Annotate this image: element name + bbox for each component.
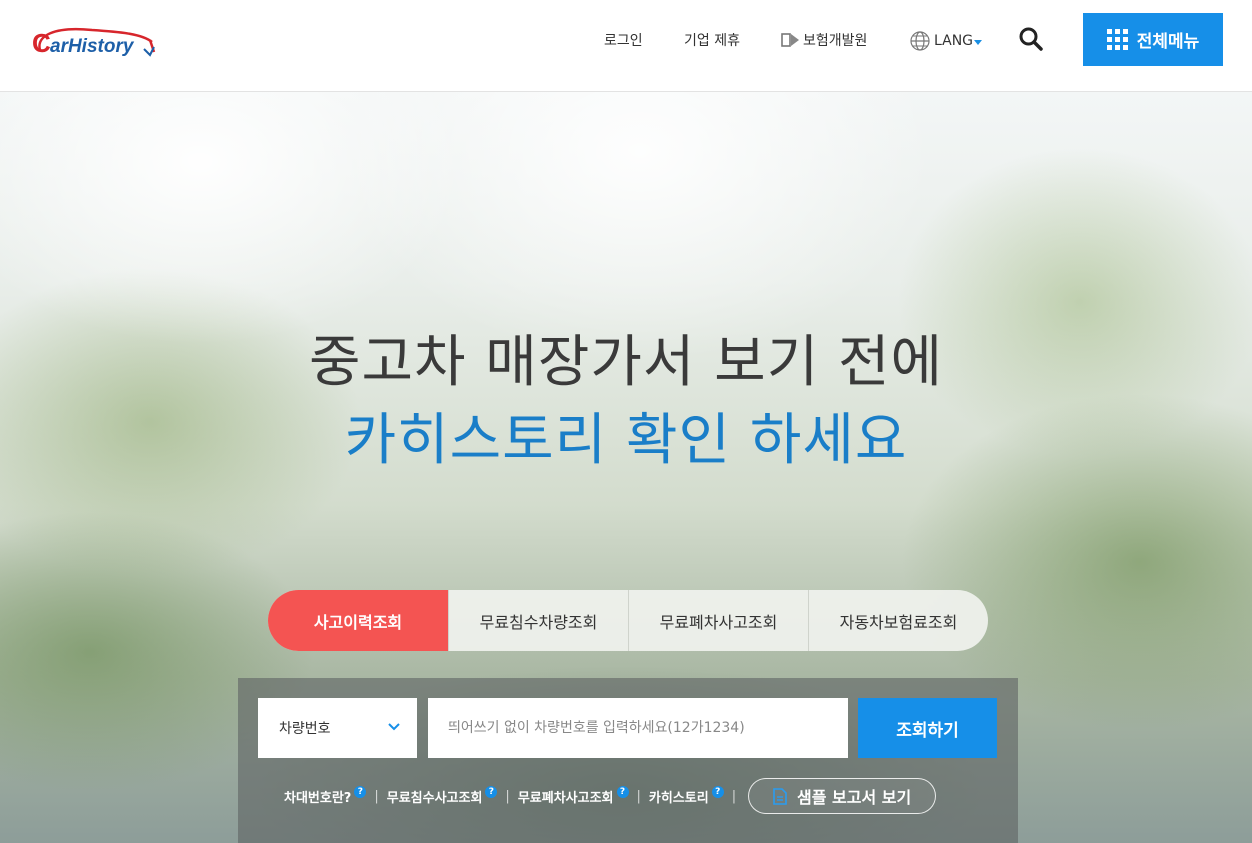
hero-section: 중고차 매장가서 보기 전에 카히스토리 확인 하세요 사고이력조회 무료침수차… [0, 92, 1252, 843]
hero-headline-line2: 카히스토리 확인 하세요 [344, 408, 908, 473]
partner-label: 기업 제휴 [684, 33, 740, 49]
help-icon: ? [616, 786, 629, 798]
login-label: 로그인 [604, 33, 643, 49]
divider: | [505, 788, 510, 804]
lookup-tabs: 사고이력조회 무료침수차량조회 무료폐차사고조회 자동차보험료조회 [268, 590, 988, 651]
help-links: 차대번호란? ? | 무료침수사고조회 ? | 무료폐차사고조회 ? | 카히스… [284, 778, 937, 814]
globe-icon [910, 31, 930, 51]
search-panel: 차량번호 조회하기 차대번호란? ? | 무료침수사고조회 ? | 무료폐차사고… [238, 678, 1018, 843]
vin-help-label: 차대번호란? [284, 790, 352, 806]
sample-report-label: 샘플 보고서 보기 [797, 788, 912, 807]
language-label: LANG [934, 33, 974, 49]
caret-down-icon [974, 39, 983, 45]
tab-scrap-accident[interactable]: 무료폐차사고조회 [628, 590, 808, 651]
vin-help-link[interactable]: 차대번호란? ? [284, 786, 367, 806]
hero-headline-line1: 중고차 매장가서 보기 전에 [308, 330, 944, 395]
help-icon: ? [354, 786, 367, 798]
plate-number-input[interactable] [428, 698, 848, 758]
divider: | [731, 788, 737, 804]
tab-accident-history[interactable]: 사고이력조회 [268, 590, 448, 651]
search-type-select[interactable]: 차량번호 [258, 698, 417, 758]
full-menu-label: 전체메뉴 [1136, 32, 1200, 52]
partner-link[interactable]: 기업 제휴 [684, 30, 740, 50]
lookup-button[interactable]: 조회하기 [858, 698, 997, 758]
full-menu-button[interactable]: 전체메뉴 [1083, 13, 1223, 66]
flood-lookup-label: 무료침수사고조회 [386, 790, 483, 806]
svg-text:C: C [32, 28, 51, 58]
scrap-lookup-link[interactable]: 무료폐차사고조회 ? [517, 786, 629, 806]
flood-lookup-link[interactable]: 무료침수사고조회 ? [386, 786, 498, 806]
carhistory-info-link[interactable]: 카히스토리 ? [648, 786, 724, 806]
scrap-lookup-label: 무료폐차사고조회 [517, 790, 614, 806]
site-header: C arHistory 로그인 기업 제휴 보험개발원 LANG 전체메뉴 [0, 0, 1252, 92]
carhistory-logo[interactable]: C arHistory [32, 22, 162, 62]
sample-report-button[interactable]: 샘플 보고서 보기 [748, 778, 937, 814]
search-type-value: 차량번호 [279, 721, 331, 737]
divider: | [374, 788, 379, 804]
login-link[interactable]: 로그인 [604, 30, 643, 50]
search-button[interactable] [1018, 26, 1044, 52]
svg-text:arHistory: arHistory [50, 36, 135, 57]
tab-insurance-premium[interactable]: 자동차보험료조회 [808, 590, 988, 651]
search-icon [1019, 27, 1043, 51]
tab-flood-vehicle[interactable]: 무료침수차량조회 [448, 590, 628, 651]
chevron-down-icon [388, 723, 400, 731]
insurance-institute-label: 보험개발원 [803, 33, 868, 49]
help-icon: ? [711, 786, 724, 798]
divider: | [636, 788, 641, 804]
insurance-institute-link[interactable]: 보험개발원 [781, 30, 867, 50]
help-icon: ? [485, 786, 498, 798]
document-icon [773, 787, 787, 805]
language-selector[interactable]: LANG [909, 30, 983, 52]
grid-icon [1106, 29, 1128, 50]
insurance-institute-icon [781, 33, 799, 47]
carhistory-info-label: 카히스토리 [648, 790, 709, 806]
